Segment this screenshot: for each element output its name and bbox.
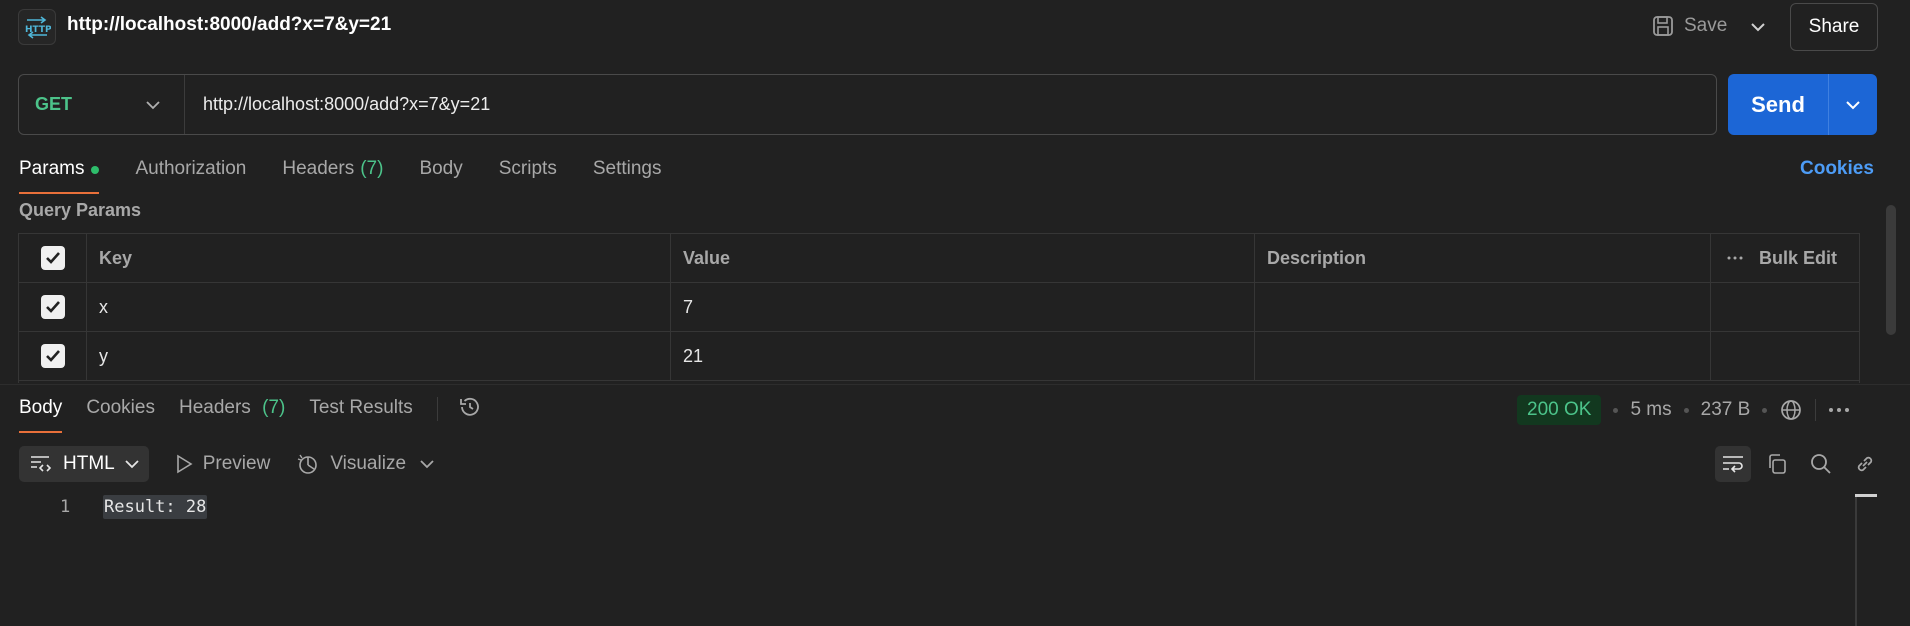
tab-authorization[interactable]: Authorization xyxy=(135,158,246,194)
send-button-group: Send xyxy=(1728,74,1877,135)
tab-params-label: Params xyxy=(19,158,85,179)
param-value-input[interactable]: 21 xyxy=(671,332,1255,380)
query-params-title: Query Params xyxy=(19,200,142,220)
visualize-label: Visualize xyxy=(330,453,407,474)
response-tab-cookies[interactable]: Cookies xyxy=(86,397,155,433)
history-icon[interactable] xyxy=(458,395,482,419)
tab-scripts[interactable]: Scripts xyxy=(499,158,557,194)
format-select[interactable]: HTML xyxy=(19,446,149,482)
chevron-down-icon xyxy=(125,459,139,469)
save-label: Save xyxy=(1684,15,1728,36)
response-tab-headers[interactable]: Headers (7) xyxy=(179,397,285,433)
url-bar: GET http://localhost:8000/add?x=7&y=21 xyxy=(18,74,1717,135)
visualize-icon xyxy=(296,452,320,476)
svg-text:HTTP: HTTP xyxy=(25,25,51,35)
param-description-input[interactable] xyxy=(1255,283,1711,331)
request-scrollbar[interactable] xyxy=(1886,205,1896,335)
more-options-icon[interactable] xyxy=(1828,407,1850,413)
save-button[interactable]: Save xyxy=(1652,10,1727,42)
pane-divider[interactable] xyxy=(0,384,1910,385)
bulk-edit-area: Bulk Edit xyxy=(1711,234,1859,282)
row-checkbox[interactable] xyxy=(19,332,87,380)
column-header-value: Value xyxy=(671,234,1255,282)
line-number: 1 xyxy=(60,497,71,517)
chevron-down-icon xyxy=(146,100,160,110)
params-active-dot xyxy=(91,166,100,174)
tab-body[interactable]: Body xyxy=(419,158,462,194)
response-tab-body[interactable]: Body xyxy=(19,397,63,433)
request-tabs: Params Authorization Headers (7) Body Sc… xyxy=(19,158,697,194)
param-description-input[interactable] xyxy=(1255,332,1711,380)
param-key-input[interactable]: x xyxy=(87,283,671,331)
play-icon xyxy=(175,454,193,474)
table-row: y 21 xyxy=(19,332,1859,381)
response-actions xyxy=(1715,446,1883,482)
save-icon xyxy=(1652,15,1674,37)
param-key-input[interactable]: y xyxy=(87,332,671,380)
headers-count: (7) xyxy=(360,158,384,179)
response-toolbar: HTML Preview Visualize xyxy=(19,446,434,482)
response-headers-count: (7) xyxy=(262,397,286,418)
row-actions xyxy=(1711,283,1859,331)
checkbox-checked-icon xyxy=(40,295,65,319)
editor-scrollbar-thumb[interactable] xyxy=(1855,494,1877,497)
select-all-checkbox[interactable] xyxy=(19,234,87,282)
more-options-icon[interactable] xyxy=(1727,256,1743,260)
save-options-chevron-icon[interactable] xyxy=(1743,13,1773,41)
column-header-description: Description xyxy=(1255,234,1711,282)
response-size[interactable]: 237 B xyxy=(1701,399,1751,421)
column-header-key: Key xyxy=(87,234,671,282)
row-actions xyxy=(1711,332,1859,380)
response-body-text[interactable]: Result: 28 xyxy=(103,495,208,519)
separator-dot xyxy=(1613,407,1619,413)
method-label: GET xyxy=(35,94,73,114)
url-input[interactable]: http://localhost:8000/add?x=7&y=21 xyxy=(185,94,1716,115)
tab-settings[interactable]: Settings xyxy=(593,158,662,194)
code-format-icon xyxy=(29,454,53,474)
preview-button[interactable]: Preview xyxy=(175,453,271,475)
tab-headers-label: Headers xyxy=(282,158,355,179)
send-options-chevron-icon[interactable] xyxy=(1829,74,1877,135)
link-icon[interactable] xyxy=(1847,446,1883,482)
tab-separator xyxy=(436,397,438,421)
cookies-link[interactable]: Cookies xyxy=(1800,158,1874,180)
response-tab-headers-label: Headers xyxy=(178,397,251,418)
editor-scrollbar-track[interactable] xyxy=(1855,494,1857,626)
divider xyxy=(1815,399,1817,421)
tab-params[interactable]: Params xyxy=(19,158,100,194)
request-title[interactable]: http://localhost:8000/add?x=7&y=21 xyxy=(67,14,391,36)
format-label: HTML xyxy=(63,453,115,474)
copy-icon[interactable] xyxy=(1759,446,1795,482)
method-select[interactable]: GET xyxy=(19,75,185,134)
separator-dot xyxy=(1683,407,1689,413)
search-icon[interactable] xyxy=(1803,446,1839,482)
visualize-options-chevron-icon[interactable] xyxy=(420,459,434,469)
status-badge[interactable]: 200 OK xyxy=(1517,395,1602,425)
row-checkbox[interactable] xyxy=(19,283,87,331)
share-button[interactable]: Share xyxy=(1790,3,1878,51)
bulk-edit-link[interactable]: Bulk Edit xyxy=(1759,248,1837,269)
checkbox-checked-icon xyxy=(40,344,65,368)
params-table: Key Value Description Bulk Edit x 7 y 21 xyxy=(18,233,1860,383)
response-tabs: Body Cookies Headers (7) Test Results xyxy=(19,397,482,433)
send-button[interactable]: Send xyxy=(1728,74,1829,135)
http-request-icon: HTTP xyxy=(18,9,56,45)
response-tab-test-results[interactable]: Test Results xyxy=(309,397,412,433)
checkbox-checked-icon xyxy=(40,246,65,270)
tab-headers[interactable]: Headers (7) xyxy=(282,158,383,194)
table-header-row: Key Value Description Bulk Edit xyxy=(19,234,1859,283)
preview-label: Preview xyxy=(202,453,271,474)
param-value-input[interactable]: 7 xyxy=(671,283,1255,331)
globe-icon[interactable] xyxy=(1779,398,1803,422)
response-meta: 200 OK 5 ms 237 B xyxy=(1517,394,1850,426)
table-row: x 7 xyxy=(19,283,1859,332)
visualize-button[interactable]: Visualize xyxy=(296,452,406,476)
response-body-editor[interactable] xyxy=(0,490,1856,626)
wrap-lines-icon[interactable] xyxy=(1715,446,1751,482)
response-time[interactable]: 5 ms xyxy=(1630,399,1671,421)
separator-dot xyxy=(1762,407,1768,413)
